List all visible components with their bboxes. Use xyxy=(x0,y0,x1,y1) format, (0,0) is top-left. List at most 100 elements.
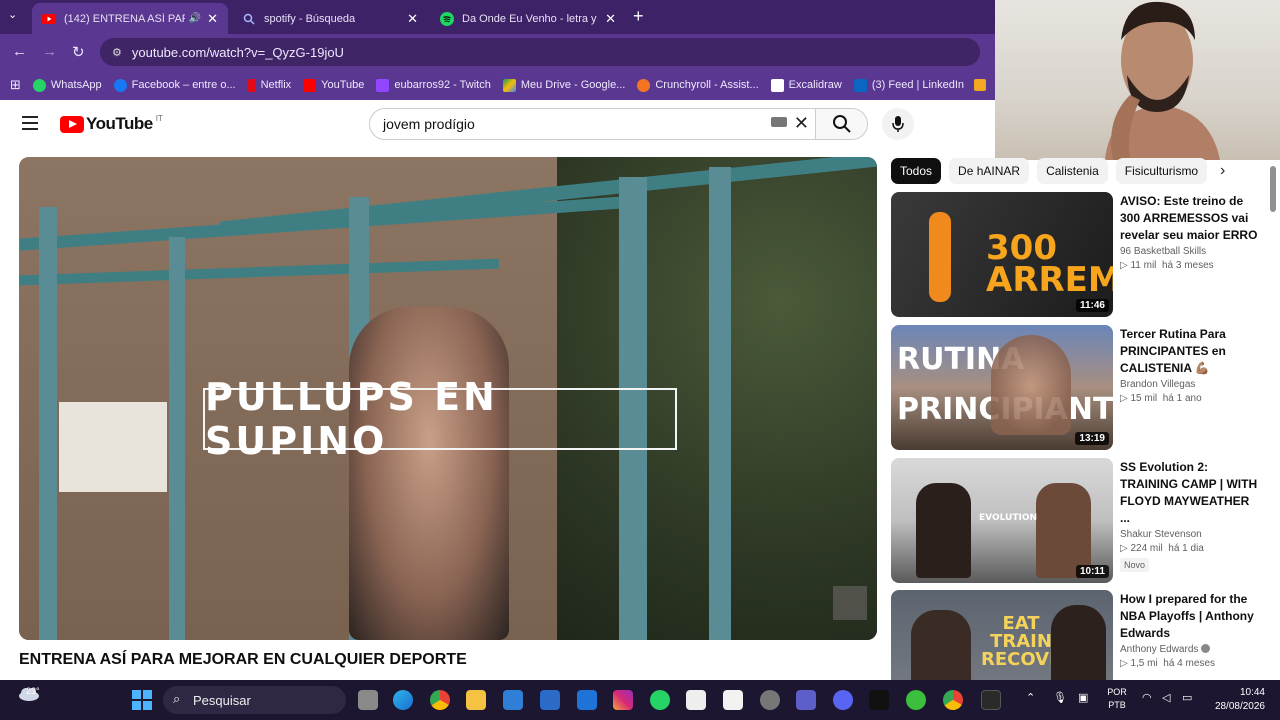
close-tab-icon[interactable]: ✕ xyxy=(605,11,616,27)
file-explorer-icon[interactable] xyxy=(466,690,486,710)
search-icon: ⌕ xyxy=(173,691,181,706)
channel-name[interactable]: 96 Basketball Skills xyxy=(1120,246,1260,257)
search-button[interactable] xyxy=(816,108,868,140)
page-scrollbar[interactable] xyxy=(1268,158,1278,678)
task-view-icon[interactable] xyxy=(358,690,378,710)
video-player[interactable]: PULLUPS EN SUPINO xyxy=(19,157,877,640)
chip-todos[interactable]: Todos xyxy=(891,158,942,184)
video-thumbnail[interactable]: RUTINA PRINCIPIANTES 13:19 xyxy=(891,325,1113,450)
video-title[interactable]: How I prepared for the NBA Playoffs | An… xyxy=(1120,591,1260,642)
upwork-icon[interactable] xyxy=(906,690,926,710)
keyboard-icon[interactable] xyxy=(771,117,787,127)
new-badge: Novo xyxy=(1120,558,1150,572)
bookmark-netflix[interactable]: Netflix xyxy=(247,78,291,92)
chrome-icon[interactable] xyxy=(430,690,450,710)
wifi-icon[interactable]: ◠ xyxy=(1142,692,1152,705)
tab-strip: ⌄ (142) ENTRENA ASÍ PARA MEJORAR EN CUAL… xyxy=(0,0,995,34)
tab-spotify-search[interactable]: spotify - Búsqueda ✕ xyxy=(232,3,428,34)
volume-icon[interactable]: ◁ xyxy=(1162,692,1170,705)
whatsapp-icon xyxy=(32,78,46,92)
more-bookmarks-icon[interactable] xyxy=(974,79,986,91)
vscode-icon[interactable] xyxy=(503,690,523,710)
language-indicator[interactable]: POR PTB xyxy=(1104,686,1130,712)
chrome-profile-icon[interactable] xyxy=(943,690,963,710)
taskbar: 23° ⌕ Pesquisar ⌃ 🎙 ▣ POR PTB ◠ ◁ ▭ 10:4… xyxy=(0,680,1280,720)
weather-widget[interactable]: 23° xyxy=(18,686,40,702)
channel-name[interactable]: Brandon Villegas xyxy=(1120,379,1260,390)
document-icon[interactable] xyxy=(723,690,743,710)
tab-search-icon[interactable]: ⌄ xyxy=(8,8,17,21)
recommendation-item[interactable]: EAT TRAIN RECOVER How I prepared for the… xyxy=(891,590,1266,680)
video-title[interactable]: Tercer Rutina Para PRINCIPANTES en CALIS… xyxy=(1120,326,1260,377)
forward-icon[interactable]: → xyxy=(42,43,57,60)
youtube-favicon-icon xyxy=(42,12,56,26)
thumb-figure xyxy=(991,335,1071,435)
tab-title: (142) ENTRENA ASÍ PARA MEJORAR EN CUALQU… xyxy=(64,12,185,25)
display-tray-icon[interactable]: ▣ xyxy=(1078,692,1088,705)
clear-search-icon[interactable]: ✕ xyxy=(794,113,809,134)
recommendation-item[interactable]: RUTINA PRINCIPIANTES 13:19 Tercer Rutina… xyxy=(891,325,1266,451)
bookmark-excalidraw[interactable]: Excalidraw xyxy=(770,78,842,92)
tray-chevron-icon[interactable]: ⌃ xyxy=(1026,692,1035,705)
app-icon[interactable] xyxy=(981,690,1001,710)
bookmark-google-drive[interactable]: Meu Drive - Google... xyxy=(502,78,625,92)
excalidraw-taskbar-icon[interactable] xyxy=(686,690,706,710)
video-title[interactable]: AVISO: Este treino de 300 ARREMESSOS vai… xyxy=(1120,193,1260,244)
video-thumbnail[interactable]: EAT TRAIN RECOVER xyxy=(891,590,1113,680)
back-icon[interactable]: ← xyxy=(12,43,27,60)
edge-icon[interactable] xyxy=(393,690,413,710)
outlook-icon[interactable] xyxy=(577,690,597,710)
taskbar-clock[interactable]: 10:44 28/08/2026 xyxy=(1205,686,1265,714)
bookmark-twitch[interactable]: eubarros92 - Twitch xyxy=(376,78,491,92)
site-info-icon[interactable]: ⚙ xyxy=(112,46,122,59)
store-icon[interactable] xyxy=(540,690,560,710)
battery-icon[interactable]: ▭ xyxy=(1182,692,1192,705)
video-stats: ▷ 224 mil há 1 dia xyxy=(1120,543,1204,554)
video-title[interactable]: SS Evolution 2: TRAINING CAMP | WITH FLO… xyxy=(1120,459,1260,527)
chip-fisiculturismo[interactable]: Fisiculturismo xyxy=(1115,158,1208,184)
google-drive-icon xyxy=(502,78,516,92)
tab-spotify-song[interactable]: Da Onde Eu Venho - letra y música ✕ xyxy=(430,3,626,34)
video-thumbnail[interactable]: 300 ARREMESSOS 11:46 xyxy=(891,192,1113,317)
apps-grid-icon[interactable]: ⊞ xyxy=(10,77,21,93)
settings-icon[interactable] xyxy=(760,690,780,710)
chip-calistenia[interactable]: Calistenia xyxy=(1037,158,1108,184)
tiktok-icon[interactable] xyxy=(869,690,889,710)
speaker-icon[interactable]: 🔊 xyxy=(189,13,201,24)
close-tab-icon[interactable]: ✕ xyxy=(407,11,418,27)
search-input[interactable]: jovem prodígio ✕ xyxy=(369,108,816,140)
channel-name[interactable]: Anthony Edwards xyxy=(1120,644,1260,655)
recommendation-item[interactable]: EVOLUTION 10:11 SS Evolution 2: TRAINING… xyxy=(891,458,1266,584)
new-tab-button[interactable]: + xyxy=(633,6,644,27)
teams-icon[interactable] xyxy=(796,690,816,710)
recommendation-item[interactable]: 300 ARREMESSOS 11:46 AVISO: Este treino … xyxy=(891,192,1266,318)
voice-search-button[interactable] xyxy=(882,108,914,140)
thumb-title: EVOLUTION xyxy=(979,513,1037,523)
windows-start-button[interactable] xyxy=(132,690,152,710)
bookmark-whatsapp[interactable]: WhatsApp xyxy=(32,78,102,92)
webcam-overlay xyxy=(995,0,1280,160)
filter-chips: Todos De hAINAR Calistenia Fisiculturism… xyxy=(891,158,1215,184)
chips-next-icon[interactable]: › xyxy=(1220,162,1225,180)
channel-name[interactable]: Shakur Stevenson xyxy=(1120,529,1260,540)
close-tab-icon[interactable]: ✕ xyxy=(207,11,218,27)
chip-de-hainar[interactable]: De hAINAR xyxy=(949,158,1030,184)
discord-icon[interactable] xyxy=(833,690,853,710)
video-caption: PULLUPS EN SUPINO xyxy=(205,375,498,463)
instagram-icon[interactable] xyxy=(613,690,633,710)
tab-youtube[interactable]: (142) ENTRENA ASÍ PARA MEJORAR EN CUALQU… xyxy=(32,3,228,34)
address-bar[interactable]: ⚙ youtube.com/watch?v=_QyzG-19joU xyxy=(100,38,980,66)
video-thumbnail[interactable]: EVOLUTION 10:11 xyxy=(891,458,1113,583)
menu-icon[interactable] xyxy=(22,116,38,134)
taskbar-search[interactable]: ⌕ Pesquisar xyxy=(163,686,346,714)
video-title: ENTRENA ASÍ PARA MEJORAR EN CUALQUIER DE… xyxy=(19,651,467,668)
scrollbar-thumb[interactable] xyxy=(1270,166,1276,212)
bookmark-linkedin[interactable]: (3) Feed | LinkedIn xyxy=(853,78,964,92)
youtube-logo[interactable]: YouTube IT xyxy=(60,114,163,134)
bookmark-youtube[interactable]: YouTube xyxy=(303,78,364,92)
whatsapp-taskbar-icon[interactable] xyxy=(650,690,670,710)
bookmark-facebook[interactable]: Facebook – entre o... xyxy=(113,78,236,92)
reload-icon[interactable]: ↻ xyxy=(72,43,85,61)
bookmark-crunchyroll[interactable]: Crunchyroll - Assist... xyxy=(637,78,759,92)
microphone-tray-icon[interactable]: 🎙 xyxy=(1053,692,1067,705)
